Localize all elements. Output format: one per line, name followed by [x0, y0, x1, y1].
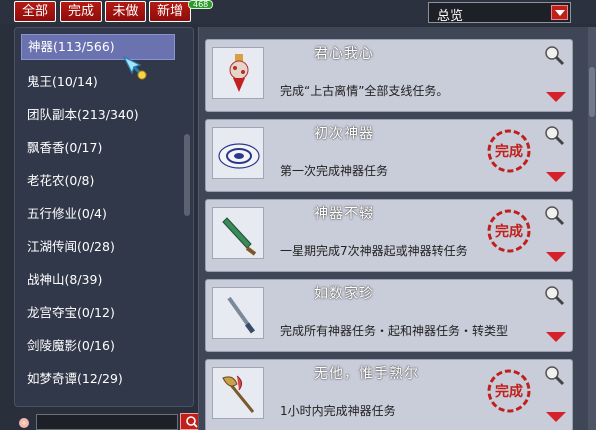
achievement-title: 神器不辍: [314, 206, 374, 222]
achievement-icon-frame: [212, 287, 264, 339]
achievement-desc: 1小时内完成神器任务: [280, 404, 396, 418]
sword-icon: [227, 296, 255, 334]
achievement-icon-frame: [212, 47, 264, 99]
search-input[interactable]: [36, 414, 178, 430]
flower-icon: [19, 418, 29, 428]
sidebar-item-piaoxiangxiang[interactable]: 飘香香(0/17): [21, 135, 175, 161]
achievement-card[interactable]: 无他，惟手熟尔 1小时内完成神器任务 完成: [205, 359, 573, 430]
sidebar-item-laohuanong[interactable]: 老花农(0/8): [21, 168, 175, 194]
sidebar-item-longgong[interactable]: 龙宫夺宝(0/12): [21, 300, 175, 326]
achievement-card[interactable]: 君心我心 完成“上古离情”全部支线任务。: [205, 39, 573, 112]
tab-completed[interactable]: 完成: [60, 1, 102, 22]
expand-arrow-icon[interactable]: [546, 412, 566, 422]
chevron-down-icon[interactable]: [551, 5, 568, 20]
axe-icon: [222, 375, 255, 413]
pendant-icon: [229, 54, 249, 92]
achievement-list: 君心我心 完成“上古离情”全部支线任务。 初次神器 第一次完成神器任务 完成 神…: [198, 27, 596, 430]
tab-not-done[interactable]: 未做: [105, 1, 146, 22]
magnifier-icon[interactable]: [542, 44, 566, 66]
search-bar: [14, 413, 204, 430]
completed-stamp: 完成: [487, 369, 531, 413]
achievement-icon-frame: [212, 127, 264, 179]
expand-arrow-icon[interactable]: [546, 172, 566, 182]
achievement-desc: 完成所有神器任务・起和神器任务・转类型: [280, 324, 509, 338]
achievement-title: 如数家珍: [314, 286, 374, 302]
mouse-cursor-icon: [122, 55, 147, 80]
sidebar-item-rumeng[interactable]: 如梦奇谭(12/29): [21, 366, 175, 392]
completed-stamp: 完成: [487, 129, 531, 173]
sidebar-item-guiwang[interactable]: 鬼王(10/14): [21, 69, 175, 95]
achievement-desc: 第一次完成神器任务: [280, 164, 389, 178]
expand-arrow-icon[interactable]: [546, 332, 566, 342]
completed-stamp: 完成: [487, 209, 531, 253]
green-sword-icon: [222, 217, 257, 256]
achievement-card[interactable]: 如数家珍 完成所有神器任务・起和神器任务・转类型: [205, 279, 573, 352]
magnifier-icon[interactable]: [542, 364, 566, 386]
overview-select[interactable]: 总览: [428, 2, 571, 24]
achievement-card[interactable]: 初次神器 第一次完成神器任务 完成: [205, 119, 573, 192]
sidebar-item-wuxing[interactable]: 五行修业(0/4): [21, 201, 175, 227]
tab-all[interactable]: 全部: [14, 1, 56, 22]
sidebar-item-jianling[interactable]: 剑陵魔影(0/16): [21, 333, 175, 359]
sidebar-item-team-dungeon[interactable]: 团队副本(213/340): [21, 102, 175, 128]
sidebar-item-shenqi[interactable]: 神器(113/566): [21, 34, 175, 60]
top-tab-bar: 全部 完成 未做 新增 468 总览: [0, 0, 596, 24]
magnifier-icon[interactable]: [542, 124, 566, 146]
achievement-title: 初次神器: [314, 126, 374, 142]
sidebar-item-zhanshenshan[interactable]: 战神山(8/39): [21, 267, 175, 293]
achievement-title: 无他，惟手熟尔: [314, 366, 419, 382]
plate-icon: [218, 143, 260, 169]
category-list: 神器(113/566) 鬼王(10/14) 团队副本(213/340) 飘香香(…: [14, 27, 194, 407]
new-count-badge: 468: [188, 0, 214, 9]
achievement-scrollbar[interactable]: [588, 27, 596, 430]
overview-select-value: 总览: [437, 9, 464, 24]
magnifier-icon[interactable]: [542, 284, 566, 306]
sidebar-item-jianghu[interactable]: 江湖传闻(0/28): [21, 234, 175, 260]
category-scrollbar[interactable]: [184, 134, 190, 216]
scrollbar-thumb[interactable]: [589, 67, 595, 117]
achievement-icon-frame: [212, 207, 264, 259]
achievement-icon-frame: [212, 367, 264, 419]
expand-arrow-icon[interactable]: [546, 252, 566, 262]
svg-text:完成: 完成: [495, 223, 523, 240]
svg-text:完成: 完成: [495, 143, 523, 160]
expand-arrow-icon[interactable]: [546, 92, 566, 102]
achievement-desc: 完成“上古离情”全部支线任务。: [280, 84, 449, 98]
magnifier-icon[interactable]: [542, 204, 566, 226]
tab-new[interactable]: 新增: [149, 1, 191, 22]
achievement-card[interactable]: 神器不辍 一星期完成7次神器起或神器转任务 完成: [205, 199, 573, 272]
svg-text:完成: 完成: [495, 383, 523, 400]
achievement-desc: 一星期完成7次神器起或神器转任务: [280, 244, 468, 258]
achievement-title: 君心我心: [314, 46, 374, 62]
